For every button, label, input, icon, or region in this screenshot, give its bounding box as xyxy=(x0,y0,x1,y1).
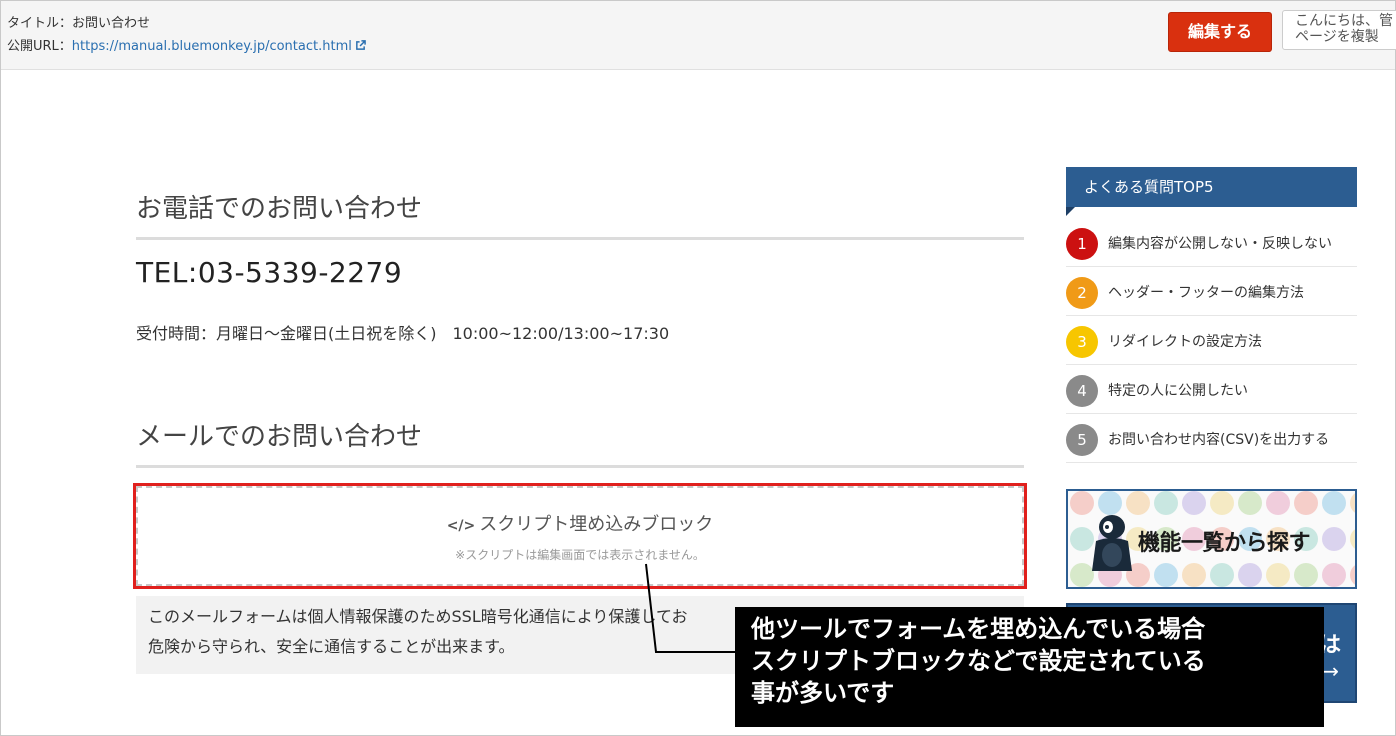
annotation-callout: 他ツールでフォームを埋め込んでいる場合 スクリプトブロックなどで設定されている … xyxy=(735,607,1324,727)
callout-line1: 他ツールでフォームを埋め込んでいる場合 xyxy=(751,615,1206,643)
callout-line3: 事が多いです xyxy=(751,679,895,707)
callout-line2: スクリプトブロックなどで設定されている xyxy=(751,647,1206,675)
